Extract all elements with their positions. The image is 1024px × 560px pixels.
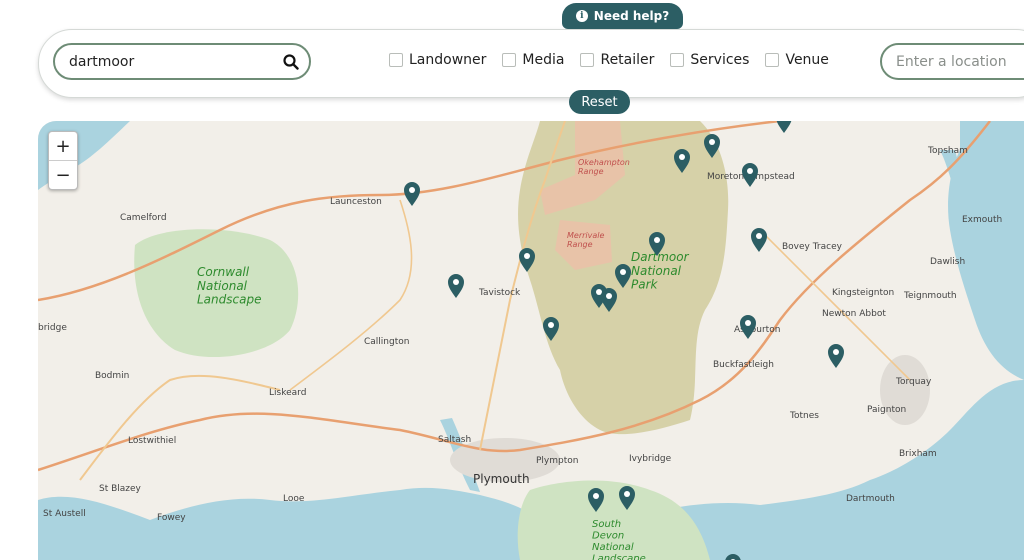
location-box[interactable] — [880, 43, 1024, 80]
town-label: bridge — [38, 323, 67, 333]
filter-label: Venue — [785, 52, 829, 68]
town-label: Dawlish — [930, 257, 965, 267]
map-canvas[interactable]: Topsham Launceston Camelford Moretonhamp… — [38, 121, 1024, 560]
search-box[interactable] — [53, 43, 311, 80]
checkbox[interactable] — [670, 53, 685, 67]
filter-landowner[interactable]: Landowner — [389, 52, 486, 68]
town-label: Totnes — [789, 411, 819, 421]
town-label: Buckfastleigh — [713, 360, 774, 370]
zoom-out-button[interactable]: − — [49, 161, 77, 189]
filter-label: Media — [522, 52, 565, 68]
town-label: Looe — [283, 494, 305, 504]
town-label: Kingsteignton — [832, 288, 894, 298]
need-help-label: Need help? — [593, 9, 670, 23]
filter-media[interactable]: Media — [502, 52, 564, 68]
town-label: St Austell — [43, 509, 86, 519]
checkbox[interactable] — [580, 53, 595, 67]
town-label: Plympton — [536, 456, 578, 466]
town-label: Bodmin — [95, 371, 129, 381]
town-label: Exmouth — [962, 215, 1002, 225]
checkbox[interactable] — [389, 53, 403, 67]
town-label: Tavistock — [478, 288, 521, 298]
filter-venue[interactable]: Venue — [765, 52, 829, 68]
reset-button[interactable]: Reset — [569, 90, 630, 114]
town-label: Torquay — [895, 377, 932, 387]
town-label: Camelford — [120, 213, 167, 223]
town-label: Saltash — [438, 435, 471, 445]
filter-label: Landowner — [409, 52, 487, 68]
town-label: Liskeard — [269, 388, 306, 398]
checkbox[interactable] — [765, 53, 780, 67]
map[interactable]: Topsham Launceston Camelford Moretonhamp… — [38, 121, 1024, 560]
checkbox[interactable] — [502, 53, 517, 67]
town-label: Ivybridge — [629, 454, 672, 464]
town-label: St Blazey — [99, 484, 142, 494]
search-input[interactable] — [67, 52, 271, 71]
search-icon[interactable] — [283, 54, 299, 70]
town-label: Launceston — [330, 197, 382, 207]
town-label: Brixham — [899, 449, 937, 459]
town-label-major: Plymouth — [473, 472, 530, 486]
zoom-control: + − — [48, 131, 78, 190]
filter-services[interactable]: Services — [670, 52, 749, 68]
filter-label: Services — [690, 52, 750, 68]
town-label: Newton Abbot — [822, 309, 886, 319]
zoom-in-button[interactable]: + — [49, 132, 77, 161]
filter-retailer[interactable]: Retailer — [580, 52, 654, 68]
town-label: Dartmouth — [846, 494, 895, 504]
town-label: Callington — [364, 337, 409, 347]
town-label: Paignton — [867, 405, 906, 415]
town-label: Bovey Tracey — [782, 242, 843, 252]
info-icon: i — [575, 10, 588, 22]
town-label: Lostwithiel — [128, 436, 176, 446]
need-help-button[interactable]: i Need help? — [562, 3, 683, 29]
town-label: Topsham — [927, 146, 968, 156]
location-input[interactable] — [894, 52, 1024, 71]
town-label: Teignmouth — [903, 291, 957, 301]
category-filters: Landowner Media Retailer Services Venue — [389, 52, 845, 68]
town-label: Fowey — [157, 513, 186, 523]
filter-label: Retailer — [600, 52, 655, 68]
